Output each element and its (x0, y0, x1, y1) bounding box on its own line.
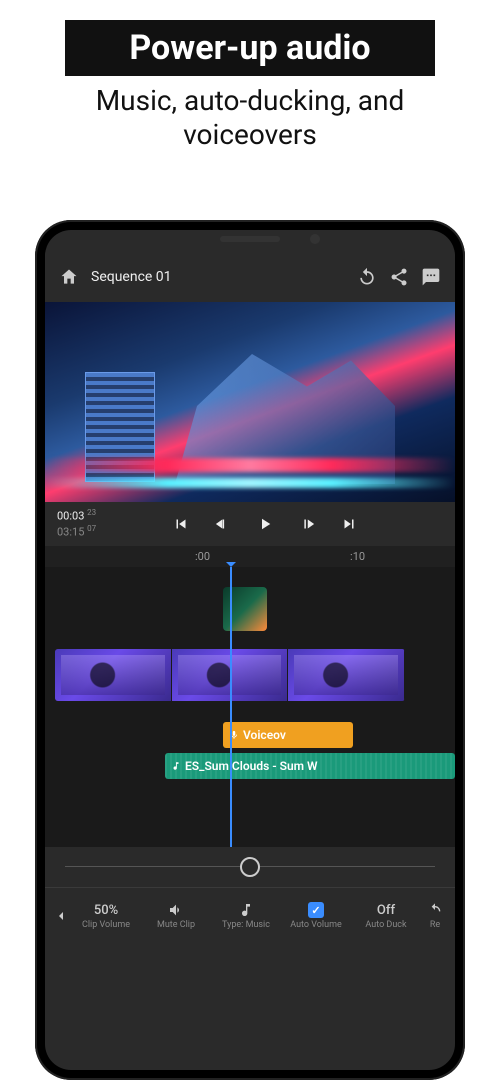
ruler-mark: :10 (350, 550, 365, 563)
skip-end-icon[interactable] (340, 515, 358, 533)
playhead[interactable] (230, 567, 232, 847)
video-clip[interactable] (288, 649, 405, 701)
frame-back-icon[interactable] (214, 515, 232, 533)
app-screen: Sequence 01 00:03 23 03:15 07 (45, 230, 455, 1070)
music-label: ES_Sum Clouds - Sum W (185, 759, 318, 773)
auto-volume-tool[interactable]: Auto Volume (281, 901, 351, 931)
tools-prev-icon[interactable] (51, 908, 71, 924)
music-icon (238, 902, 254, 918)
skip-start-icon[interactable] (172, 515, 190, 533)
banner-title: Power-up audio (65, 20, 435, 76)
checkbox-checked-icon (308, 902, 324, 918)
time-ruler[interactable]: :00 :10 (45, 546, 455, 567)
video-preview[interactable] (45, 302, 455, 502)
music-note-icon (171, 761, 181, 771)
ruler-mark: :00 (195, 550, 210, 563)
voiceover-clip[interactable]: Voiceov (223, 722, 353, 748)
clip-volume-tool[interactable]: 50% Clip Volume (71, 901, 141, 931)
banner-subtitle: Music, auto-ducking, and voiceovers (65, 84, 435, 151)
timecode: 00:03 23 03:15 07 (57, 508, 117, 540)
type-music-tool[interactable]: Type: Music (211, 901, 281, 931)
play-icon[interactable] (256, 515, 274, 533)
sequence-title[interactable]: Sequence 01 (91, 269, 345, 285)
auto-duck-tool[interactable]: Off Auto Duck (351, 901, 421, 931)
share-icon[interactable] (389, 267, 409, 287)
tool-row: 50% Clip Volume Mute Clip Type: Music Au… (45, 887, 455, 945)
timeline[interactable]: Voiceov ES_Sum Clouds - Sum W (45, 567, 455, 847)
undo-icon[interactable] (357, 267, 377, 287)
playback-bar: 00:03 23 03:15 07 (45, 502, 455, 546)
scrub-bar[interactable] (45, 847, 455, 887)
speaker-icon (168, 902, 184, 918)
music-clip[interactable]: ES_Sum Clouds - Sum W (165, 753, 455, 779)
top-bar: Sequence 01 (45, 252, 455, 302)
mute-clip-tool[interactable]: Mute Clip (141, 901, 211, 931)
comment-icon[interactable] (421, 267, 441, 287)
tool-partial[interactable]: Re (421, 901, 449, 931)
scrub-knob[interactable] (240, 857, 260, 877)
frame-forward-icon[interactable] (298, 515, 316, 533)
phone-frame: Sequence 01 00:03 23 03:15 07 (35, 220, 465, 1080)
voiceover-label: Voiceov (243, 728, 286, 742)
video-clip[interactable] (55, 649, 172, 701)
home-icon[interactable] (59, 267, 79, 287)
